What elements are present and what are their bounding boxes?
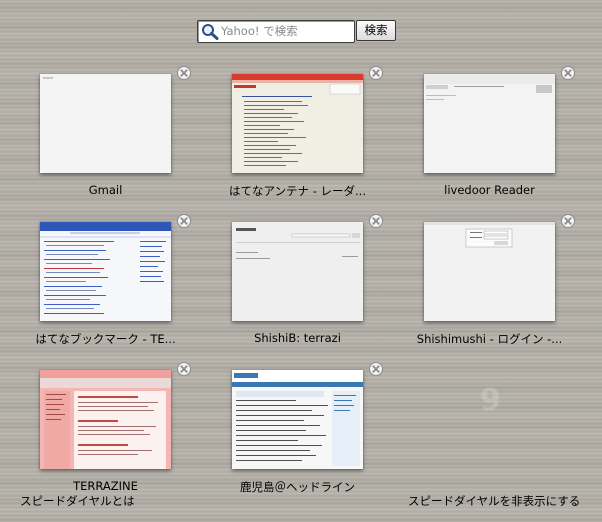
dial-title[interactable]: TERRAZINE [19,479,192,493]
thumbnail[interactable] [232,74,363,173]
search-input[interactable] [221,22,349,40]
search-box[interactable] [197,20,355,43]
page-preview [43,77,53,79]
thumbnail[interactable] [40,370,171,469]
dial-title[interactable]: 鹿児島＠ヘッドライン [211,479,384,495]
close-icon[interactable] [561,214,575,228]
thumbnail[interactable] [232,370,363,469]
speed-dial-shishib[interactable]: ShishiB: terrazi [231,214,401,345]
close-icon[interactable] [177,214,191,228]
speed-dial-kagoshima-headline[interactable]: 鹿児島＠ヘッドライン [231,362,401,494]
close-icon[interactable] [561,66,575,80]
dial-title[interactable]: Shishimushi - ログイン -... [403,331,576,347]
speed-dial-hatena-bookmark[interactable]: はてなブックマーク - TE... [35,214,209,346]
page-preview [232,370,363,466]
speed-dial-gmail[interactable]: Gmail [39,66,209,197]
close-icon[interactable] [369,362,383,376]
dial-title[interactable]: はてなアンテナ - レーダ... [211,183,384,199]
hide-speed-dial-link[interactable]: スピードダイヤルを非表示にする [408,493,580,509]
speed-dial-hatena-antenna[interactable]: はてなアンテナ - レーダ... [229,66,401,198]
page-preview [424,222,555,248]
speed-dial-livedoor-reader[interactable]: livedoor Reader [423,66,593,197]
page-preview [232,74,363,166]
speed-dial-terrazine[interactable]: TERRAZINE [39,362,209,493]
thumbnail[interactable] [40,74,171,173]
search-button[interactable]: 検索 [356,20,396,41]
close-icon[interactable] [369,214,383,228]
page-preview [40,222,171,314]
page-preview [40,370,171,469]
close-icon[interactable] [369,66,383,80]
search-icon [202,24,219,40]
thumbnail[interactable] [40,222,171,321]
thumbnail[interactable] [424,222,555,321]
close-icon[interactable] [177,362,191,376]
dial-title[interactable]: Gmail [19,183,192,197]
page-preview [424,74,555,100]
close-icon[interactable] [177,66,191,80]
dial-title[interactable]: ShishiB: terrazi [211,331,384,345]
page-preview [236,228,360,259]
empty-slot-number: 9 [480,383,501,418]
about-speed-dial-link[interactable]: スピードダイヤルとは [20,493,135,509]
dial-title[interactable]: はてなブックマーク - TE... [19,331,192,347]
thumbnail[interactable] [232,222,363,321]
speed-dial-shishimushi[interactable]: Shishimushi - ログイン -... [417,214,593,346]
thumbnail[interactable] [424,74,555,173]
dial-title[interactable]: livedoor Reader [403,183,576,197]
